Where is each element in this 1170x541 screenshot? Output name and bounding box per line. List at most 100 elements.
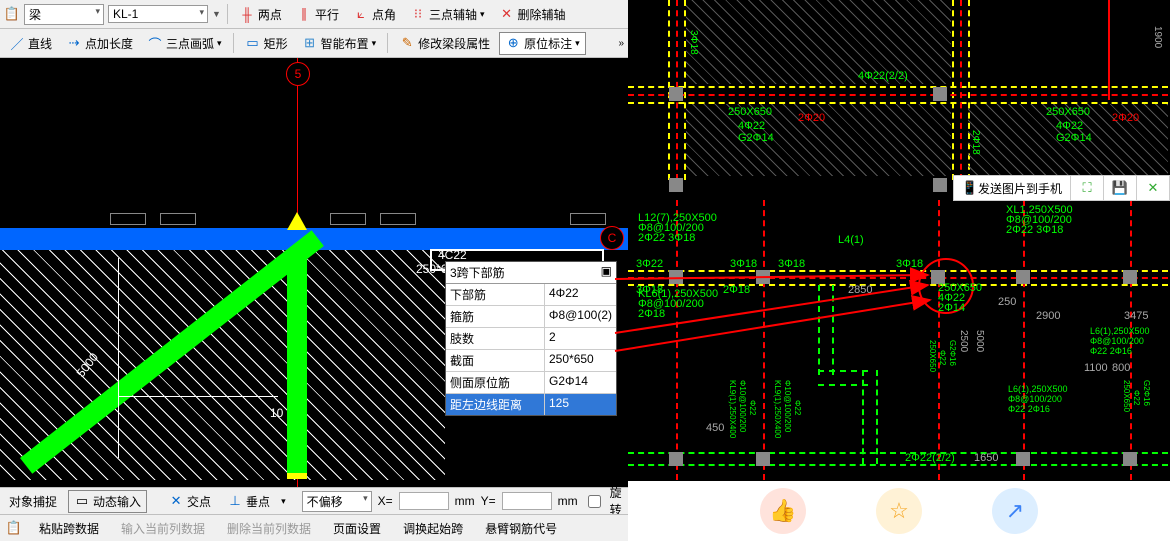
separator	[227, 4, 228, 24]
column-node	[756, 270, 770, 284]
close-icon: ✕	[1145, 180, 1161, 196]
label: G2Φ14	[1056, 132, 1092, 144]
edit-beam-button[interactable]: ✎修改梁段属性	[394, 33, 495, 54]
delete-col-button[interactable]: 删除当前列数据	[222, 518, 316, 539]
line-button[interactable]: ／直线	[4, 33, 57, 54]
rotate-checkbox[interactable]	[588, 495, 601, 508]
cross-icon: ✕	[168, 493, 184, 509]
delete-aux-button[interactable]: ✕删除辅轴	[494, 4, 571, 25]
send-image-bar: 📱发送图片到手机 ⛶ 💾 ✕	[953, 175, 1170, 201]
caret-icon[interactable]: ▾	[281, 496, 286, 507]
dim: 2500	[958, 330, 969, 352]
expand-icon: ⛶	[1079, 180, 1095, 196]
three-aux-button[interactable]: ⁝⁝三点辅轴▾	[405, 4, 490, 25]
y-input[interactable]	[502, 492, 552, 510]
prop-key: 肢数	[446, 328, 545, 349]
cantilever-code-button[interactable]: 悬臂钢筋代号	[480, 518, 562, 539]
inplace-label: 原位标注	[524, 35, 572, 52]
reference-drawing[interactable]: 4Φ22(2/2) 250X650 2Φ20 4Φ22 G2Φ14 250X65…	[628, 0, 1170, 481]
dynamic-input-button[interactable]: ▭动态输入	[68, 490, 147, 513]
dim: 5000	[974, 330, 985, 352]
prop-row[interactable]: 侧面原位筋G2Φ14	[446, 372, 616, 394]
fullscreen-button[interactable]: ⛶	[1070, 176, 1103, 200]
delete-aux-icon: ✕	[499, 6, 515, 22]
paste-icon[interactable]: 📋	[4, 6, 20, 22]
x-unit: mm	[455, 494, 475, 508]
object-snap-button[interactable]: 对象捕捉	[4, 491, 62, 512]
offset-dropdown[interactable]: 不偏移	[302, 491, 372, 512]
axis-v	[1023, 200, 1025, 480]
phone-icon: 📱	[962, 180, 978, 196]
prop-key: 箍筋	[446, 306, 545, 327]
paste-span-button[interactable]: 粘贴跨数据	[34, 518, 104, 539]
smart-label: 智能布置	[321, 35, 369, 52]
hole-box	[330, 213, 366, 225]
dropdown-caret-icon[interactable]: ▼	[212, 9, 221, 19]
point-length-button[interactable]: ⇢点加长度	[61, 33, 138, 54]
point-length-label: 点加长度	[85, 35, 133, 52]
prop-row[interactable]: 下部筋4Φ22	[446, 284, 616, 306]
two-point-label: 两点	[258, 6, 282, 23]
prop-key: 侧面原位筋	[446, 372, 545, 393]
green-beam-v	[287, 250, 307, 475]
beam-line	[628, 452, 1168, 454]
prop-row[interactable]: 截面250*650	[446, 350, 616, 372]
column-node	[669, 452, 683, 466]
toolbar-1: 📋 梁 KL-1 ▼ ╫两点 ∥平行 ⟀点角 ⁝⁝三点辅轴▾ ✕删除辅轴	[0, 0, 628, 29]
inplace-label-button[interactable]: ⊕原位标注▾	[499, 32, 586, 55]
label: G2Φ16	[1142, 380, 1151, 406]
prop-row[interactable]: 箍筋Φ8@100(2)	[446, 306, 616, 328]
prop-row[interactable]: 肢数2	[446, 328, 616, 350]
dim-arrow-h	[118, 396, 278, 397]
label: 250X650	[1046, 106, 1090, 118]
dim: 1100	[1084, 362, 1108, 374]
column-node	[1123, 270, 1137, 284]
hole-box	[570, 213, 606, 225]
rect-icon: ▭	[245, 35, 261, 51]
axis-h	[628, 277, 1168, 279]
cross-point-button[interactable]: ✕交点	[163, 491, 216, 512]
swap-start-button[interactable]: 调换起始跨	[398, 518, 468, 539]
item-dropdown[interactable]: KL-1	[108, 5, 208, 23]
point-angle-button[interactable]: ⟀点角	[348, 4, 401, 25]
parallel-button[interactable]: ∥平行	[291, 4, 344, 25]
label: 4Φ22	[738, 120, 765, 132]
like-button[interactable]: 👍	[760, 488, 806, 534]
label: L6(1),250X500	[1090, 326, 1150, 336]
paste-icon[interactable]: 📋	[6, 520, 22, 536]
arc-icon: ⌒	[147, 35, 163, 51]
save-button[interactable]: 💾	[1103, 176, 1136, 200]
overflow-icon[interactable]: »	[618, 38, 624, 49]
beam-line	[832, 285, 834, 375]
two-point-button[interactable]: ╫两点	[234, 4, 287, 25]
y-unit: mm	[558, 494, 578, 508]
page-setup-button[interactable]: 页面设置	[328, 518, 386, 539]
panel-expand-icon[interactable]: ▣	[601, 264, 612, 281]
label: G2Φ14	[738, 132, 774, 144]
share-button[interactable]: ↗	[992, 488, 1038, 534]
x-input[interactable]	[399, 492, 449, 510]
point-angle-icon: ⟀	[353, 6, 369, 22]
dim: 250	[998, 296, 1016, 308]
y-label: Y=	[481, 494, 496, 508]
rect-button[interactable]: ▭矩形	[240, 33, 293, 54]
hole-box	[110, 213, 146, 225]
send-image-button[interactable]: 📱发送图片到手机	[954, 176, 1070, 200]
label: KL9(1),250X400	[773, 380, 782, 438]
column-node	[1016, 452, 1030, 466]
dim-10-label: 10	[270, 406, 283, 420]
smart-button[interactable]: ⊞智能布置▾	[297, 33, 382, 54]
dim: 3475	[1124, 310, 1148, 322]
three-arc-button[interactable]: ⌒三点画弧▾	[142, 33, 227, 54]
input-col-button[interactable]: 输入当前列数据	[116, 518, 210, 539]
canvas[interactable]: 5 C 500	[0, 58, 628, 487]
label: 2Φ22 3Φ18	[1006, 224, 1063, 236]
axis-bubble-right: C	[600, 226, 624, 250]
category-dropdown[interactable]: 梁	[24, 4, 104, 25]
prop-row-selected[interactable]: 距左边线距离125	[446, 394, 616, 415]
perp-point-button[interactable]: ⊥垂点	[222, 491, 275, 512]
close-button[interactable]: ✕	[1136, 176, 1169, 200]
prop-val: Φ8@100(2)	[545, 306, 616, 327]
star-button[interactable]: ☆	[876, 488, 922, 534]
beam-line	[862, 370, 864, 464]
